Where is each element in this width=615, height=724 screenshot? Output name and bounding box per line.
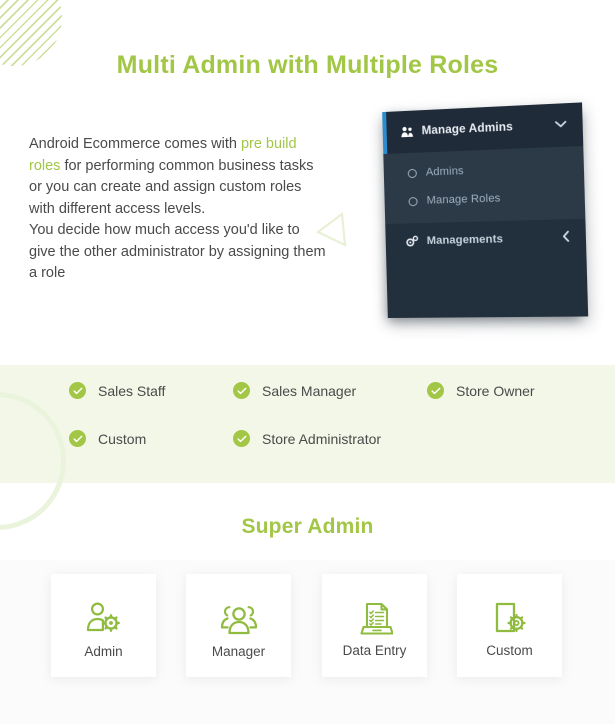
checklist-item: Store Owner	[427, 382, 535, 399]
circle-icon	[408, 196, 418, 206]
super-admin-cards: Admin Manager Data Entry Custom	[0, 574, 615, 679]
checklist-item-label: Store Administrator	[262, 430, 382, 447]
laptop-checklist-icon	[357, 594, 393, 636]
gears-icon	[405, 235, 418, 248]
card-label: Data Entry	[342, 642, 407, 658]
page-title: Multi Admin with Multiple Roles	[116, 51, 499, 79]
checklist-item: Sales Staff	[69, 382, 165, 399]
checklist-item: Custom	[69, 430, 146, 447]
check-circle-icon	[233, 430, 250, 447]
users-icon	[400, 125, 414, 139]
card-custom[interactable]: Custom	[457, 574, 562, 677]
admin-panel: Manage Admins Admins Manage Roles Manage…	[382, 102, 589, 319]
submenu-item-manage-roles[interactable]: Manage Roles	[384, 181, 585, 216]
checklist-item-label: Custom	[98, 430, 147, 447]
menu-item-manage-admins[interactable]: Manage Admins	[382, 102, 584, 155]
check-circle-icon	[427, 382, 444, 399]
menu-item-managements[interactable]: Managements	[385, 218, 587, 260]
chevron-left-icon[interactable]	[562, 231, 570, 246]
checklist-item: Sales Manager	[233, 382, 356, 399]
super-admin-title: Super Admin	[241, 515, 374, 538]
submenu-item-label: Manage Roles	[426, 192, 501, 207]
card-label: Manager	[211, 643, 266, 659]
check-circle-icon	[233, 382, 250, 399]
card-admin[interactable]: Admin	[51, 574, 156, 677]
user-gear-icon	[86, 593, 122, 635]
check-circle-icon	[69, 430, 86, 447]
users-group-icon	[220, 593, 258, 635]
card-manager[interactable]: Manager	[186, 574, 291, 677]
check-circle-icon	[69, 382, 86, 399]
paragraph-text-part-2: for performing common business tasks or …	[29, 157, 314, 217]
document-gear-icon	[493, 594, 527, 636]
card-data-entry[interactable]: Data Entry	[322, 574, 427, 677]
checklist-item-label: Store Owner	[456, 382, 535, 399]
submenu-group: Admins Manage Roles	[383, 145, 586, 224]
submenu-item-label: Admins	[425, 165, 464, 179]
checklist-item: Store Administrator	[233, 430, 381, 447]
paragraph-text-part-1: Android Ecommerce comes with	[29, 136, 241, 152]
active-accent-bar	[382, 111, 388, 155]
page-root: Multi Admin with Multiple Roles Android …	[0, 0, 615, 724]
hero-paragraph: Android Ecommerce comes with pre build r…	[29, 134, 329, 285]
paragraph-text-part-3: You decide how much access you'd like to…	[29, 222, 326, 281]
card-label: Admin	[84, 643, 123, 659]
admin-panel-mockup: Manage Admins Admins Manage Roles Manage…	[382, 102, 589, 324]
menu-item-label: Manage Admins	[421, 121, 514, 138]
circle-icon	[407, 168, 417, 178]
menu-item-label: Managements	[426, 233, 504, 248]
card-label: Custom	[486, 642, 533, 658]
checklist-item-label: Sales Manager	[262, 382, 357, 399]
chevron-down-icon[interactable]	[555, 119, 567, 131]
checklist-item-label: Sales Staff	[98, 382, 166, 399]
